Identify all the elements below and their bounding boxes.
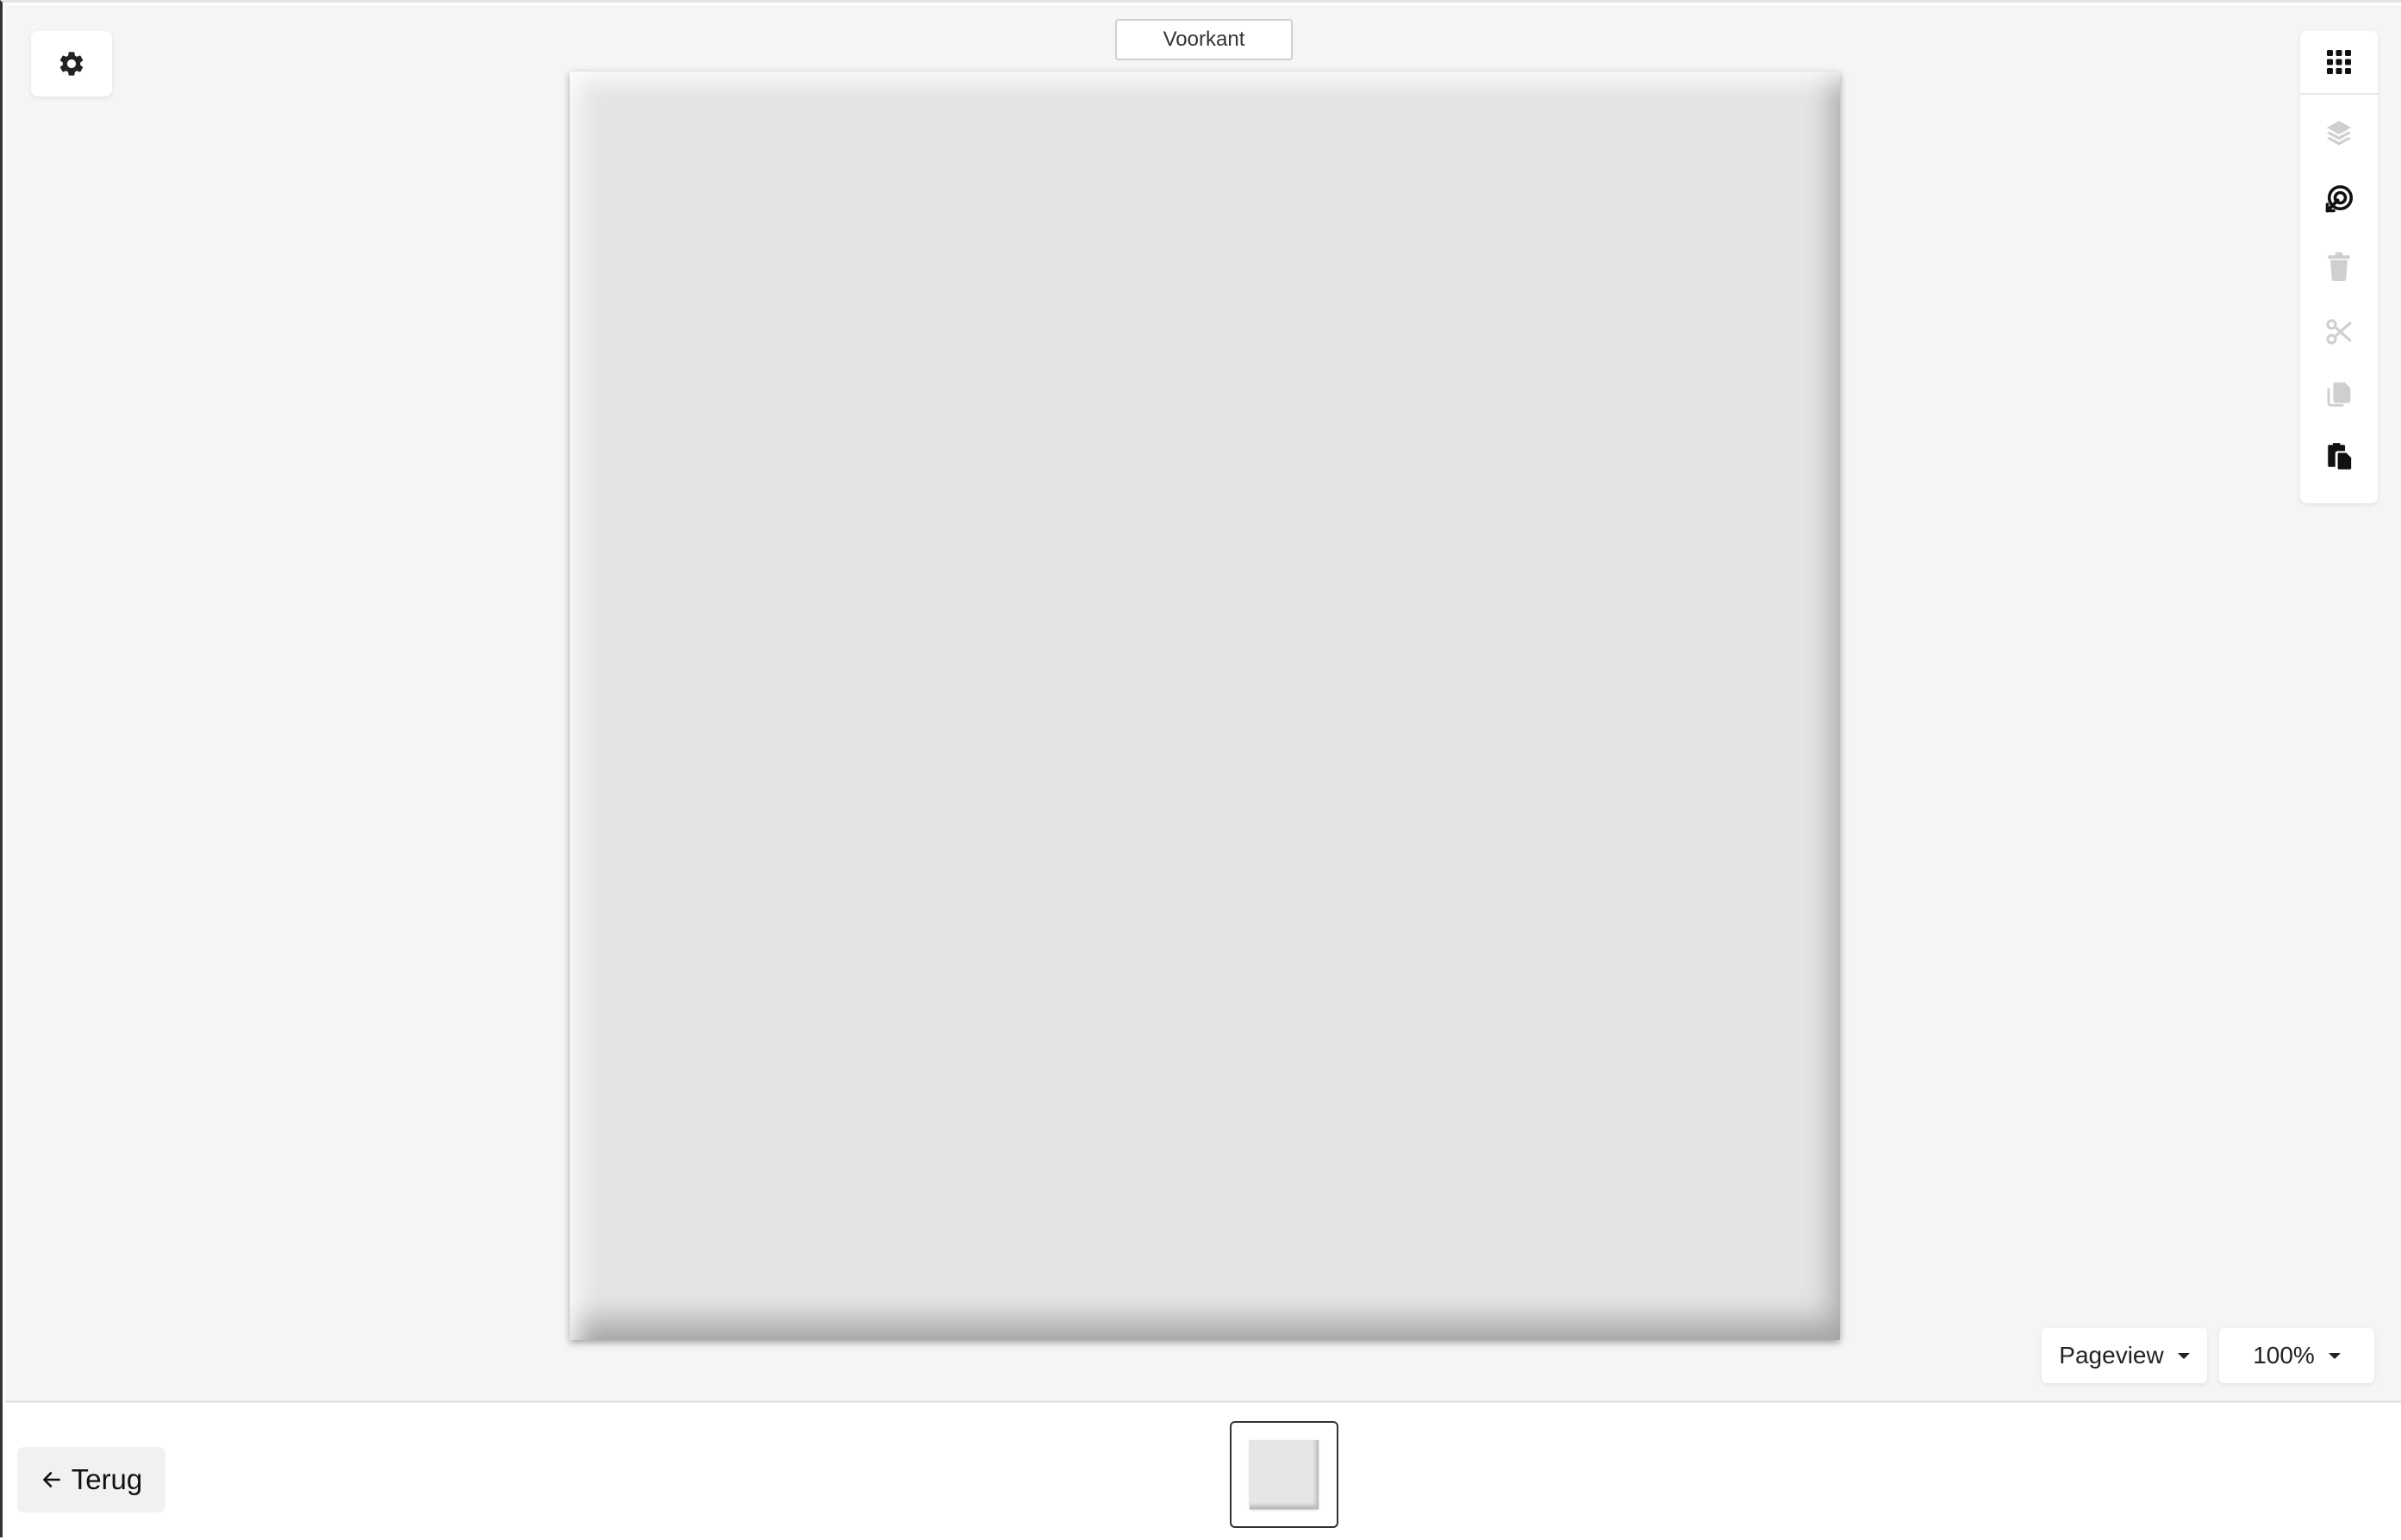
focus-target-button[interactable] bbox=[2300, 167, 2378, 231]
page-thumbnail-preview bbox=[1250, 1440, 1319, 1509]
chevron-down-icon bbox=[2328, 1352, 2341, 1359]
view-mode-dropdown[interactable]: Pageview bbox=[2042, 1328, 2207, 1383]
zoom-label: 100% bbox=[2253, 1342, 2315, 1369]
layers-icon bbox=[2326, 121, 2352, 146]
side-label-voorkant[interactable]: Voorkant bbox=[1115, 19, 1293, 60]
design-canvas[interactable] bbox=[570, 72, 1840, 1340]
back-button[interactable]: Terug bbox=[17, 1447, 165, 1512]
copy-icon bbox=[2327, 382, 2351, 407]
paste-button[interactable] bbox=[2300, 424, 2378, 488]
workspace: Voorkant Pageview 100% bbox=[5, 5, 2401, 1403]
back-label: Terug bbox=[71, 1463, 143, 1495]
cut-button[interactable] bbox=[2300, 300, 2378, 364]
bottom-bar: Terug bbox=[5, 1406, 2401, 1540]
delete-button[interactable] bbox=[2300, 234, 2378, 298]
arrow-left-icon bbox=[41, 1468, 63, 1491]
target-arrow-icon bbox=[2325, 184, 2354, 213]
apps-grid-button[interactable] bbox=[2300, 31, 2378, 95]
scissors-icon bbox=[2326, 319, 2352, 345]
right-toolbar bbox=[2300, 31, 2378, 503]
chevron-down-icon bbox=[2177, 1352, 2190, 1359]
layers-button[interactable] bbox=[2300, 100, 2378, 164]
view-mode-label: Pageview bbox=[2059, 1342, 2164, 1369]
editor-app: Voorkant Pageview 100% Terug bbox=[0, 0, 2401, 1540]
grid-icon bbox=[2327, 50, 2351, 74]
page-thumbnail[interactable] bbox=[1230, 1421, 1338, 1528]
gear-icon bbox=[59, 52, 84, 76]
trash-icon bbox=[2328, 252, 2350, 281]
settings-button[interactable] bbox=[31, 31, 112, 97]
paste-icon bbox=[2328, 443, 2352, 470]
copy-button[interactable] bbox=[2300, 362, 2378, 426]
zoom-dropdown[interactable]: 100% bbox=[2219, 1328, 2374, 1383]
